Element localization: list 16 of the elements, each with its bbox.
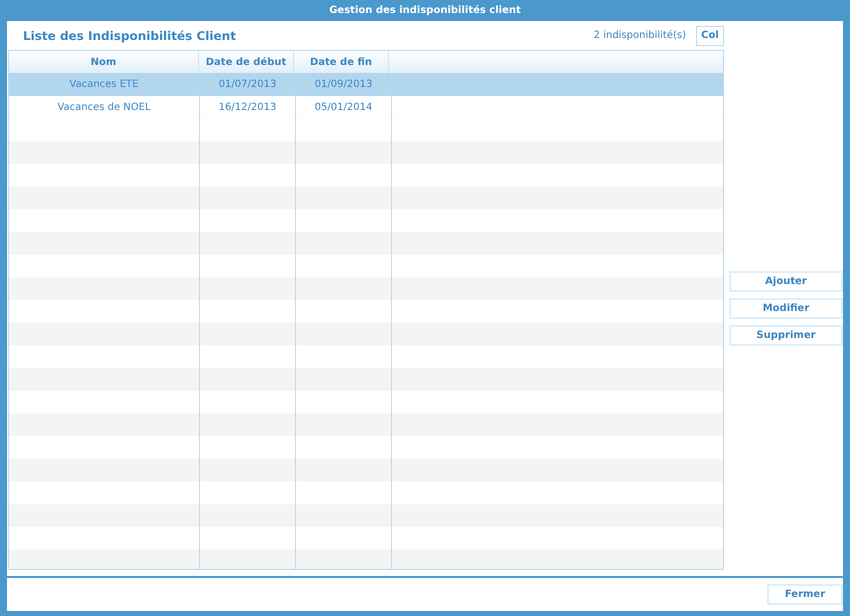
table-cell[interactable]: 16/12/2013 (200, 96, 295, 118)
list-title: Liste des Indisponibilités Client (23, 28, 237, 42)
row-highlight[interactable] (392, 96, 723, 118)
table-cell[interactable]: Vacances ETE (9, 73, 199, 96)
window-title: Gestion des indisponibilités client (328, 4, 522, 18)
table-cell[interactable]: 01/09/2013 (296, 73, 391, 96)
action-button[interactable]: Supprimer (729, 325, 843, 346)
columns-button[interactable]: Col (696, 26, 724, 46)
row-highlight[interactable] (392, 73, 723, 96)
close-button[interactable]: Fermer (767, 584, 843, 605)
record-count: 2 indisponibilité(s) (594, 30, 686, 41)
action-button[interactable]: Ajouter (729, 271, 843, 292)
table-cell[interactable]: 01/07/2013 (200, 73, 295, 96)
action-button[interactable]: Modifier (729, 298, 843, 319)
table-cell[interactable]: Vacances de NOEL (9, 96, 199, 118)
table-cell[interactable]: 05/01/2014 (296, 96, 391, 118)
